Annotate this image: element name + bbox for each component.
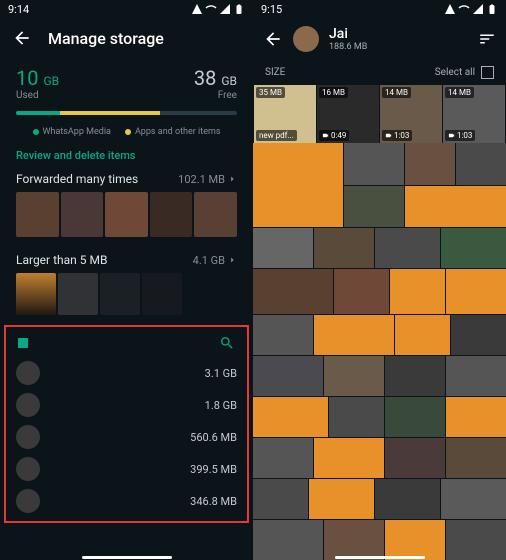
media-item[interactable]: 14 MB 1:03 (443, 85, 505, 143)
forwarded-category[interactable]: Forwarded many times 102.1 MB (0, 166, 253, 190)
chats-highlight: 3.1 GB 1.8 GB 560.6 MB 399.5 MB 346.8 MB (4, 325, 249, 523)
contact-name: Jai (329, 26, 367, 42)
status-bar: 9:15 (253, 0, 506, 18)
size-header: SIZE Select all (253, 60, 506, 85)
square-icon (18, 338, 28, 348)
chevron-right-icon (227, 255, 237, 265)
media-item[interactable]: 16 MB 0:49 (317, 85, 379, 143)
larger5-category[interactable]: Larger than 5 MB 4.1 GB (0, 247, 253, 271)
nav-handle[interactable] (335, 556, 425, 559)
select-all[interactable]: Select all (435, 66, 494, 79)
back-icon[interactable] (263, 29, 283, 49)
status-icons (191, 3, 245, 15)
review-header: Review and delete items (0, 145, 253, 166)
legend: WhatsApp Media Apps and other items (0, 121, 253, 145)
nav-handle[interactable] (82, 556, 172, 559)
contact-size: 188.6 MB (329, 42, 367, 52)
search-icon[interactable] (219, 335, 235, 351)
apps-dot-icon (125, 129, 131, 135)
top-media-row: 35 MB new pdf... 16 MB 0:49 14 MB 1:03 1… (253, 85, 506, 143)
used-label: Used (16, 90, 59, 101)
storage-bar (16, 111, 237, 115)
free-value: 38 GB (194, 66, 237, 90)
larger5-title: Larger than 5 MB (16, 253, 107, 267)
media-grid[interactable] (253, 143, 506, 560)
status-icons (444, 3, 498, 15)
media-item[interactable]: 14 MB 1:03 (380, 85, 442, 143)
size-label: SIZE (265, 67, 285, 78)
forwarded-size: 102.1 MB (178, 173, 237, 186)
checkbox-icon[interactable] (481, 66, 494, 79)
chat-row[interactable]: 399.5 MB (16, 453, 237, 485)
used-value: 10 GB (16, 66, 59, 90)
chevron-right-icon (227, 174, 237, 184)
forwarded-title: Forwarded many times (16, 172, 138, 186)
chat-row[interactable]: 346.8 MB (16, 485, 237, 517)
video-icon (385, 132, 392, 139)
page-title: Manage storage (48, 29, 164, 48)
larger5-size: 4.1 GB (193, 254, 237, 267)
storage-summary: 10 GB Used 38 GB Free (0, 58, 253, 105)
app-bar: Manage storage (0, 18, 253, 58)
clock: 9:15 (261, 3, 282, 16)
media-item[interactable]: 35 MB new pdf... (254, 85, 316, 143)
app-bar: Jai 188.6 MB (253, 18, 506, 60)
larger5-thumbs[interactable] (0, 271, 253, 325)
video-icon (322, 132, 329, 139)
back-icon[interactable] (12, 28, 32, 48)
chat-row[interactable]: 560.6 MB (16, 421, 237, 453)
gallery-screen: 9:15 Jai 188.6 MB SIZE Select all 35 MB … (253, 0, 506, 560)
free-label: Free (218, 90, 237, 101)
status-bar: 9:14 (0, 0, 253, 18)
avatar[interactable] (293, 26, 319, 52)
chat-row[interactable]: 1.8 GB (16, 389, 237, 421)
manage-storage-screen: 9:14 Manage storage 10 GB Used 38 GB Fre… (0, 0, 253, 560)
whatsapp-dot-icon (33, 129, 39, 135)
chat-row[interactable]: 3.1 GB (16, 357, 237, 389)
video-icon (448, 132, 455, 139)
clock: 9:14 (8, 3, 29, 16)
forwarded-thumbs[interactable] (0, 190, 253, 247)
sort-icon[interactable] (478, 30, 496, 48)
